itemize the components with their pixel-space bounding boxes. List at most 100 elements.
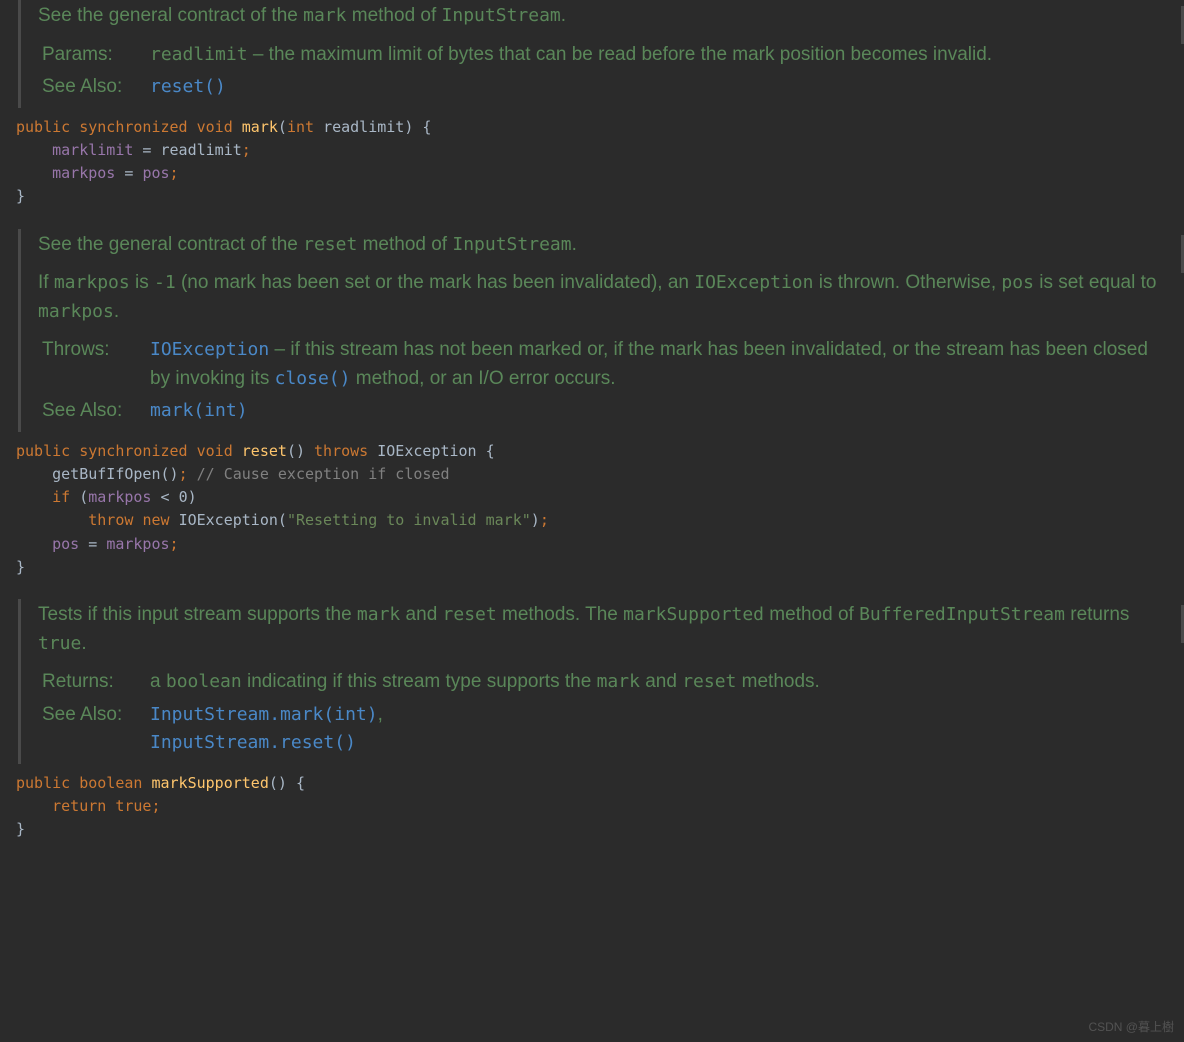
code-reset: public synchronized void reset() throws … xyxy=(0,432,1184,586)
code: pos xyxy=(1001,272,1034,293)
punc: { xyxy=(477,442,495,460)
seealso-label: See Also: xyxy=(42,701,142,758)
text: a xyxy=(150,671,166,692)
code: true xyxy=(38,633,81,654)
fn: mark xyxy=(242,118,278,136)
punc: ( xyxy=(278,511,287,529)
punc: ; xyxy=(170,535,179,553)
code: BufferedInputStream xyxy=(859,604,1065,625)
code: mark xyxy=(597,671,640,692)
arg: readlimit xyxy=(323,118,404,136)
text: See the general contract of the xyxy=(38,5,303,26)
code-markSupported: public boolean markSupported() { return … xyxy=(0,764,1184,848)
kw: void xyxy=(197,442,242,460)
doc-params-row: Params: readlimit – the maximum limit of… xyxy=(42,41,1168,70)
seealso-link[interactable]: reset() xyxy=(150,76,226,97)
fld: pos xyxy=(52,535,79,553)
text: . xyxy=(572,234,577,255)
doc-block: See the general contract of the reset me… xyxy=(18,229,1184,432)
fld: markpos xyxy=(106,535,169,553)
javadoc-mark: See the general contract of the mark met… xyxy=(0,0,1184,215)
text: method of xyxy=(346,5,441,26)
cmt: // xyxy=(188,465,224,483)
kw: if xyxy=(52,488,79,506)
close-link[interactable]: close() xyxy=(275,368,351,389)
punc: ; xyxy=(170,164,179,182)
fld: marklimit xyxy=(52,141,133,159)
seealso-link[interactable]: mark(int) xyxy=(150,400,248,421)
punc: () { xyxy=(269,774,305,792)
code: -1 xyxy=(154,272,176,293)
seealso-value: InputStream.mark(int), InputStream.reset… xyxy=(150,701,1168,758)
code: mark xyxy=(357,604,400,625)
code: markpos xyxy=(38,301,114,322)
type: IOException xyxy=(377,442,476,460)
text: = readlimit xyxy=(133,141,241,159)
text: , xyxy=(378,704,383,725)
seealso-link[interactable]: InputStream.mark(int) xyxy=(150,704,378,725)
doc-border-left xyxy=(18,0,21,108)
returns-value: a boolean indicating if this stream type… xyxy=(150,668,1168,697)
seealso-label: See Also: xyxy=(42,73,142,102)
kw: void xyxy=(197,118,242,136)
seealso-link[interactable]: InputStream.reset() xyxy=(150,732,356,753)
watermark: CSDN @暮上樹 xyxy=(1088,1018,1174,1036)
text: = xyxy=(79,535,106,553)
kw: public xyxy=(16,118,79,136)
text: method of xyxy=(764,604,859,625)
params-label: Params: xyxy=(42,41,142,70)
num: 0 xyxy=(179,488,188,506)
text: Tests if this input stream supports the xyxy=(38,604,357,625)
returns-label: Returns: xyxy=(42,668,142,697)
call: getBufIfOpen() xyxy=(52,465,178,483)
throws-link[interactable]: IOException xyxy=(150,339,269,360)
fld: markpos xyxy=(52,164,115,182)
type: IOException xyxy=(179,511,278,529)
kw: throws xyxy=(314,442,377,460)
code: reset xyxy=(303,234,357,255)
punc: ; xyxy=(151,797,160,815)
punc: } xyxy=(16,187,25,205)
punc: ) xyxy=(531,511,540,529)
text: (no mark has been set or the mark has be… xyxy=(176,272,695,293)
kw: boolean xyxy=(79,774,151,792)
doc-block: Tests if this input stream supports the … xyxy=(18,599,1184,764)
doc-border-left xyxy=(18,229,21,432)
doc-summary: Tests if this input stream supports the … xyxy=(38,601,1168,658)
param-name: readlimit xyxy=(150,44,248,65)
code: reset xyxy=(682,671,736,692)
text: methods. xyxy=(736,671,819,692)
kw: public xyxy=(16,774,79,792)
code: boolean xyxy=(166,671,242,692)
code: InputStream xyxy=(452,234,571,255)
punc: ( xyxy=(79,488,88,506)
text: methods. The xyxy=(497,604,623,625)
text: If xyxy=(38,272,54,293)
code: markpos xyxy=(54,272,130,293)
doc-summary: See the general contract of the mark met… xyxy=(38,2,1168,31)
doc-border-left xyxy=(18,599,21,764)
seealso-value: reset() xyxy=(150,73,1168,102)
text: method of xyxy=(357,234,452,255)
doc-block: See the general contract of the mark met… xyxy=(18,0,1184,108)
param-desc: – the maximum limit of bytes that can be… xyxy=(248,44,993,65)
text: See the general contract of the xyxy=(38,234,303,255)
punc: ; xyxy=(179,465,188,483)
params-value: readlimit – the maximum limit of bytes t… xyxy=(150,41,1168,70)
cmt: Cause exception if closed xyxy=(224,465,450,483)
punc: ( xyxy=(278,118,287,136)
text: is thrown. Otherwise, xyxy=(813,272,1001,293)
punc: () xyxy=(287,442,314,460)
seealso-value: mark(int) xyxy=(150,397,1168,426)
text: . xyxy=(561,5,566,26)
text: and xyxy=(400,604,442,625)
code-mark: public synchronized void mark(int readli… xyxy=(0,108,1184,215)
fn: reset xyxy=(242,442,287,460)
throws-label: Throws: xyxy=(42,336,142,393)
javadoc-markSupported: Tests if this input stream supports the … xyxy=(0,599,1184,847)
punc: } xyxy=(16,558,25,576)
punc: ) xyxy=(188,488,197,506)
code: IOException xyxy=(694,272,813,293)
text: < xyxy=(151,488,178,506)
throws-desc: method, or an I/O error occurs. xyxy=(350,368,615,389)
